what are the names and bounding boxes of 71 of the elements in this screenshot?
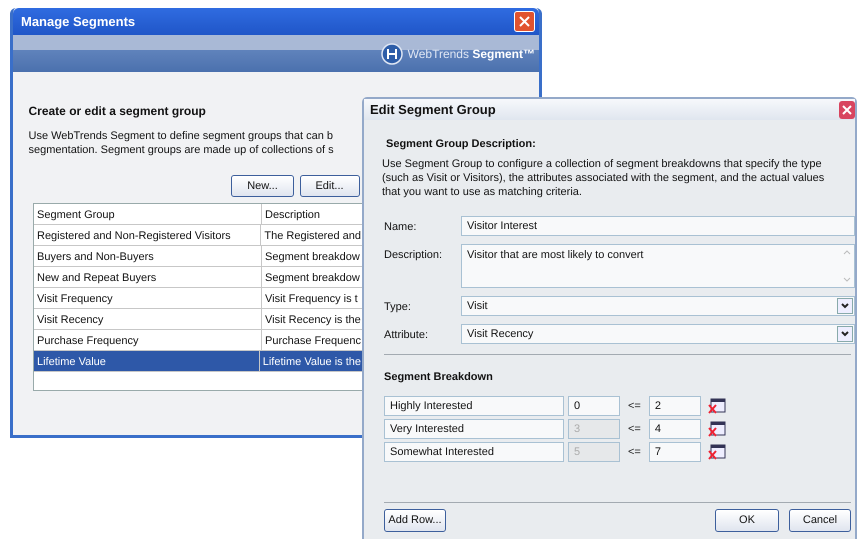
delete-row-icon[interactable]	[708, 398, 726, 415]
dialog-title: Edit Segment Group	[370, 100, 496, 119]
dropdown[interactable]: Visit Recency	[461, 324, 855, 344]
table-cell: Lifetime Value	[34, 350, 260, 371]
field-value: Somewhat Interested	[390, 445, 494, 460]
selected-row[interactable]: Lifetime Value Lifetime Value is the	[34, 350, 364, 372]
operator-text: <=	[628, 422, 641, 437]
field-value: 4	[654, 422, 661, 437]
section-heading: Create or edit a segment group	[28, 103, 206, 120]
section-heading: Segment Breakdown	[384, 370, 494, 385]
field-value: Visitor that are most likely to convert	[467, 248, 644, 263]
table-cell: Visit Recency	[34, 308, 262, 329]
new-button[interactable]: New...	[231, 174, 294, 198]
text-area[interactable]: Visitor that are most likely to convert	[461, 244, 855, 288]
brand-logo-icon	[380, 42, 403, 64]
number-field[interactable]: 4	[648, 419, 701, 440]
number-field[interactable]: 7	[648, 442, 701, 462]
brand-name: WebTrends Segment™	[408, 46, 535, 62]
table-cell-text: Segment breakdow	[264, 250, 361, 265]
delete-row-icon[interactable]	[708, 420, 726, 438]
cancel-button[interactable]: Cancel	[789, 509, 851, 532]
table-cell: Registered and Non-Registered Visitors	[34, 224, 262, 245]
field-label: Attribute:	[384, 328, 430, 342]
close-button[interactable]	[839, 100, 855, 118]
field-value: Visitor Interest	[467, 218, 538, 234]
operator-text: <=	[628, 399, 641, 414]
table-cell: Purchase Frequency	[34, 330, 262, 350]
field-value: Visit	[467, 298, 488, 314]
table-cell-text: Visit Recency is the	[264, 312, 362, 328]
column-header[interactable]: Description	[262, 204, 364, 224]
table-cell-text: Segment breakdow	[264, 270, 361, 286]
field-value: 2	[654, 399, 661, 414]
field-value: Highly Interested	[390, 399, 473, 414]
table-cell-text: Visit Frequency is t	[264, 292, 359, 307]
intro-text: Use Segment Group to configure a collection of segment breakdowns that specify the type (such as Visit or Visitors), the attributes associated with the segment, and the actual values that you want to use as matching criteria.	[382, 158, 826, 200]
number-field[interactable]: 2	[648, 396, 701, 416]
field-label: Description:	[384, 248, 444, 262]
table-cell-text: Lifetime Value is the	[262, 354, 362, 370]
close-icon	[842, 104, 852, 114]
edit-button[interactable]: Edit...	[300, 174, 360, 198]
field-label: Type:	[384, 300, 412, 314]
delete-row-icon[interactable]	[708, 444, 726, 461]
column-header[interactable]: Segment Group	[34, 204, 262, 224]
text-field[interactable]: Highly Interested	[384, 396, 564, 416]
text-field[interactable]: Somewhat Interested	[384, 442, 564, 462]
section-heading: Segment Group Description:	[385, 137, 537, 152]
field-value: 5	[574, 445, 580, 460]
table-cell: New and Repeat Buyers	[34, 266, 262, 287]
dropdown[interactable]: Visit	[461, 296, 855, 316]
add-row-button[interactable]: Add Row...	[384, 509, 446, 532]
table-cell-text: The Registered and	[263, 228, 362, 244]
number-field[interactable]: 0	[568, 396, 620, 416]
field-value: 3	[574, 422, 580, 437]
table-cell: Buyers and Non-Buyers	[34, 246, 262, 266]
field-value: Visit Recency	[467, 326, 534, 342]
window-title: Manage Segments	[21, 12, 136, 31]
operator-text: <=	[628, 445, 641, 460]
table-cell-text: Purchase Frequenc	[264, 334, 362, 349]
ok-button[interactable]: OK	[715, 509, 779, 532]
field-label: Name:	[384, 220, 418, 234]
close-button[interactable]	[514, 11, 535, 32]
description-text: Use WebTrends Segment to define segment groups that can b segmentation. Segment groups are made up of collections of s	[28, 130, 334, 158]
text-field[interactable]: Very Interested	[384, 419, 564, 440]
table-cell: Visit Frequency	[34, 288, 262, 308]
close-icon	[519, 16, 530, 27]
field-value: 7	[654, 445, 661, 460]
field-value: 0	[574, 399, 580, 414]
field-value: Very Interested	[390, 422, 464, 437]
chevron-down-icon	[840, 330, 850, 338]
text-field[interactable]: Visitor Interest	[461, 216, 855, 236]
chevron-down-icon	[840, 302, 850, 310]
